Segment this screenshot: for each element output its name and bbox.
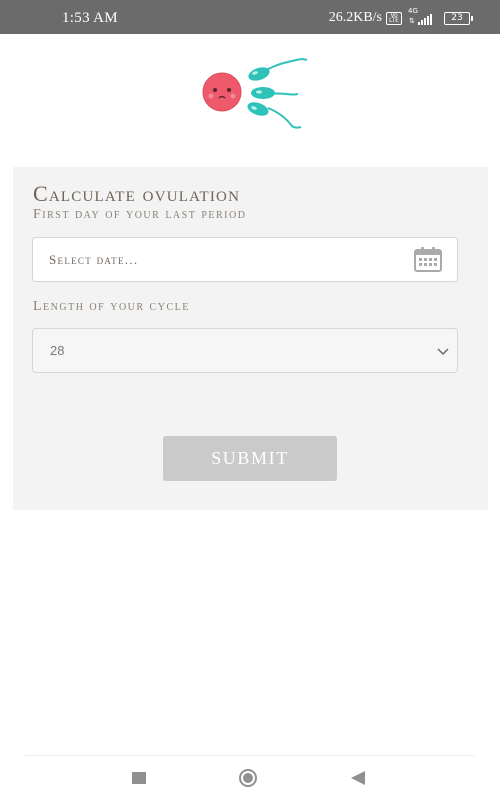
date-label: First day of your last period (33, 207, 247, 222)
cycle-length-value: 28 (50, 343, 65, 358)
submit-button[interactable]: SUBMIT (163, 436, 337, 481)
recents-square-icon[interactable] (132, 772, 146, 784)
network-speed: 26.2KB/s (328, 10, 382, 25)
cycle-length-select[interactable]: 28 (32, 328, 458, 373)
back-triangle-icon[interactable] (350, 771, 366, 785)
form-title: Calculate ovulation (33, 181, 241, 206)
calendar-icon[interactable] (414, 246, 442, 272)
status-icons: 26.2KB/s Vo LTE 4G ⇅ 23 (328, 7, 473, 27)
date-placeholder: Select date... (49, 252, 139, 267)
cycle-label: Length of your cycle (33, 299, 190, 314)
battery-icon: 23 (444, 11, 473, 25)
status-bar: 1:53 AM 26.2KB/s Vo LTE 4G ⇅ 23 (0, 0, 500, 34)
network-type: 4G (408, 7, 418, 15)
signal-icon: 4G ⇅ (406, 7, 436, 26)
volte-icon: Vo LTE (386, 11, 402, 25)
ovulation-logo-icon (202, 58, 308, 129)
data-arrows-icon: ⇅ (409, 17, 415, 25)
status-time: 1:53 AM (62, 10, 118, 26)
date-input[interactable]: Select date... (32, 237, 458, 282)
chevron-down-icon (437, 348, 449, 355)
nav-divider (25, 755, 475, 756)
battery-level: 23 (451, 12, 463, 23)
home-circle-icon[interactable] (239, 769, 257, 787)
ovulation-form-card: Calculate ovulation First day of your la… (13, 167, 488, 510)
